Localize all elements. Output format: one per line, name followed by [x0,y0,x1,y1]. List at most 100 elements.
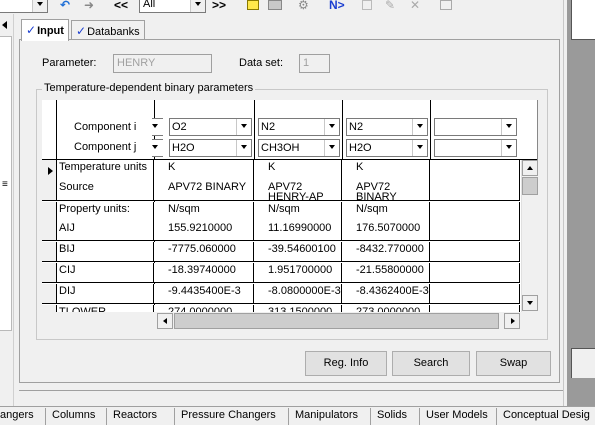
grid-cell[interactable]: -9.4435400E-3 [154,284,254,304]
chevron-down-icon[interactable] [190,0,205,12]
row-header[interactable] [42,180,57,201]
chevron-down-icon[interactable] [236,119,251,135]
palette-tab[interactable]: angers [0,408,40,425]
grid-cell[interactable]: N/sqm [342,202,430,222]
component-j-partial[interactable] [148,139,163,157]
grid-cell[interactable]: -8.4362400E-3 [342,284,430,304]
search-button[interactable]: Search [392,351,470,376]
palette-tab[interactable]: Reactors [106,408,163,425]
tab-input[interactable]: ✓Input [21,19,69,41]
grid-cell[interactable]: APV72 BINARY [154,180,254,201]
grid-cell[interactable]: 273.0000000 [342,305,430,312]
grid-cell[interactable]: 155.9210000 [154,221,254,241]
palette-tab[interactable]: Solids [370,408,413,425]
palette-tab[interactable]: Conceptual Desig [496,408,595,425]
grid-cell[interactable]: N/sqm [254,202,342,222]
grid-cell[interactable]: -8.0800000E-3 [254,284,342,304]
component-i-partial[interactable] [148,118,163,136]
grid-horizontal-scrollbar[interactable] [157,313,521,329]
grid-cell[interactable]: N/sqm [154,202,254,222]
note-icon[interactable] [247,0,259,10]
row-header[interactable] [42,305,57,312]
grid-cell[interactable]: APV72 HENRY-AP [254,180,342,201]
grid-cell[interactable] [430,221,520,241]
grid-cell[interactable]: -7775.060000 [154,242,254,262]
scroll-right-icon[interactable] [504,313,520,329]
component-i-select-1[interactable]: O2 [169,118,252,136]
grid-cell[interactable]: -39.54600100 [254,242,342,262]
nav-forward-button[interactable]: >> [212,0,226,11]
nav-back-button[interactable]: << [114,0,128,11]
forward-arrow-icon[interactable]: ➜ [84,0,94,11]
component-j-select-1[interactable]: H2O [169,139,252,157]
back-arrow-icon[interactable]: ↶ [60,0,70,11]
chevron-down-icon[interactable] [501,140,516,156]
current-row-arrow-icon [48,167,53,175]
grid-cell[interactable] [430,284,520,304]
grid-vertical-scrollbar[interactable] [521,160,538,312]
component-i-select-2[interactable]: N2 [258,118,340,136]
scroll-down-icon[interactable] [522,295,538,311]
grid-cell[interactable] [430,305,520,312]
chevron-down-icon[interactable] [324,140,339,156]
chevron-down-icon[interactable] [412,119,427,135]
palette-tab[interactable]: Manipulators [288,408,364,425]
grid-cell[interactable]: 11.16990000 [254,221,342,241]
grid-cell[interactable]: -18.39740000 [154,263,254,283]
grid-icon[interactable] [268,0,282,10]
palette-tab[interactable]: Columns [45,408,101,425]
chevron-down-icon[interactable] [324,119,339,135]
grid-cell[interactable]: -8432.770000 [342,242,430,262]
chevron-down-icon[interactable] [32,0,47,12]
scroll-left-icon[interactable] [157,313,173,329]
scroll-up-icon[interactable] [522,160,538,176]
collapse-left-icon[interactable] [2,21,7,29]
row-header[interactable] [42,242,57,262]
parameter-field[interactable]: HENRY [113,54,212,73]
chevron-down-icon[interactable] [412,140,427,156]
grid-cell[interactable]: -21.55800000 [342,263,430,283]
grid-cell[interactable] [430,202,520,222]
grid-cell[interactable]: 313.1500000 [254,305,342,312]
pencil-icon[interactable]: ✎ [385,0,395,11]
grid-cell[interactable]: 274.0000000 [154,305,254,312]
component-i-select-3[interactable]: N2 [346,118,428,136]
vertical-scroll-thumb[interactable] [522,177,538,195]
gear-icon[interactable]: ⚙ [298,0,309,11]
component-j-select-2[interactable]: CH3OH [258,139,340,157]
component-j-select-3[interactable]: H2O [346,139,428,157]
tab-databanks[interactable]: ✓Databanks [71,20,145,40]
grid-cell[interactable] [430,242,520,262]
copy-icon[interactable] [362,0,372,10]
palette-tab[interactable]: User Models [419,408,494,425]
grid-cell[interactable]: K [254,160,342,181]
row-header[interactable] [42,284,57,304]
close-icon[interactable]: ✕ [410,0,420,11]
grid-cell[interactable]: K [154,160,254,181]
grid-cell[interactable]: APV72 BINARY [342,180,430,201]
component-i-select-4[interactable] [434,118,517,136]
row-header[interactable] [42,221,57,241]
palette-tab[interactable]: Pressure Changers [174,408,282,425]
swap-button[interactable]: Swap [476,351,551,376]
next-n-button[interactable]: N> [329,0,345,11]
horizontal-scroll-thumb[interactable] [174,313,499,329]
chevron-down-icon[interactable] [501,119,516,135]
dataset-field[interactable]: 1 [299,54,330,73]
chevron-down-icon[interactable] [236,140,251,156]
row-header[interactable] [42,263,57,283]
row-header[interactable] [42,202,57,222]
grid-cell[interactable]: K [342,160,430,181]
component-j-value: H2O [349,142,372,154]
report-icon[interactable] [440,0,452,10]
filter-combo[interactable]: All [139,0,206,13]
drag-handle-icon[interactable]: ≡ [2,180,8,190]
toolbar-combo-left[interactable] [0,0,48,13]
grid-cell[interactable] [430,263,520,283]
component-j-select-4[interactable] [434,139,517,157]
grid-cell[interactable]: 1.951700000 [254,263,342,283]
grid-cell[interactable] [430,160,520,181]
grid-cell[interactable] [430,180,520,201]
grid-cell[interactable]: 176.5070000 [342,221,430,241]
reg-info-button[interactable]: Reg. Info [305,351,387,376]
